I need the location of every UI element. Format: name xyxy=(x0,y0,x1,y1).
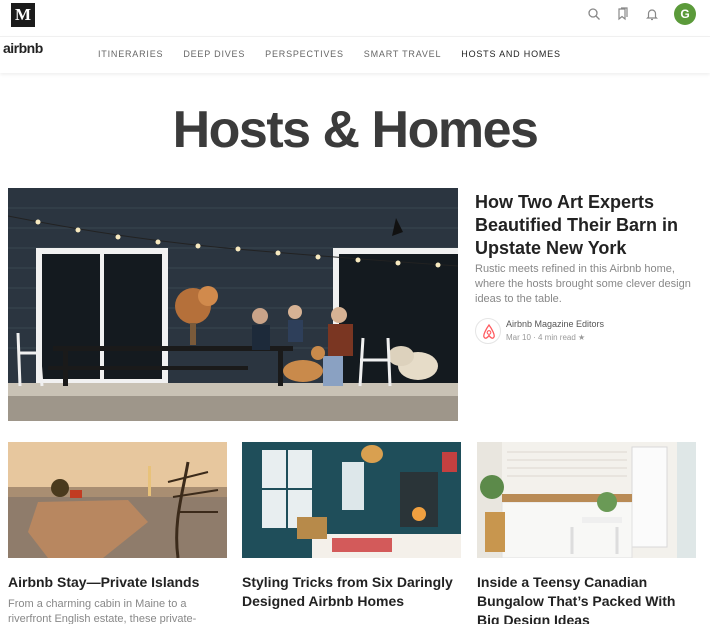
card-description-private-islands[interactable]: From a charming cabin in Maine to a rive… xyxy=(8,597,218,624)
publication-nav: airbnb ITINERARIES DEEP DIVES PERSPECTIV… xyxy=(0,36,710,73)
top-bar-actions: G xyxy=(587,3,696,25)
nav-links: ITINERARIES DEEP DIVES PERSPECTIVES SMAR… xyxy=(98,49,581,59)
hero-article-description[interactable]: Rustic meets refined in this Airbnb home… xyxy=(475,262,700,307)
card-image-canadian-bungalow[interactable] xyxy=(477,442,696,558)
medium-logo[interactable]: M xyxy=(11,3,35,27)
top-bar: M G xyxy=(0,0,710,36)
page-title: Hosts & Homes xyxy=(172,101,539,159)
search-icon[interactable] xyxy=(587,7,601,21)
author-info: Airbnb Magazine Editors Mar 10 · 4 min r… xyxy=(475,318,700,348)
airbnb-belo-icon xyxy=(483,323,495,339)
nav-link-smart-travel[interactable]: SMART TRAVEL xyxy=(364,49,441,59)
card-image-styling-tricks[interactable] xyxy=(242,442,461,558)
author-name[interactable]: Airbnb Magazine Editors xyxy=(506,319,604,329)
nav-link-deep-dives[interactable]: DEEP DIVES xyxy=(183,49,245,59)
nav-link-itineraries[interactable]: ITINERARIES xyxy=(98,49,163,59)
card-image-private-islands[interactable] xyxy=(8,442,227,558)
airbnb-author-avatar[interactable] xyxy=(475,318,501,344)
hero-image[interactable] xyxy=(8,188,458,421)
card-title-styling-tricks[interactable]: Styling Tricks from Six Daringly Designe… xyxy=(242,573,460,611)
notifications-icon[interactable] xyxy=(645,7,659,21)
card-title-private-islands[interactable]: Airbnb Stay—Private Islands xyxy=(8,573,226,592)
article-meta: Mar 10 · 4 min read ★ xyxy=(506,333,586,342)
airbnb-logo[interactable]: airbnb xyxy=(3,40,43,56)
nav-link-perspectives[interactable]: PERSPECTIVES xyxy=(265,49,344,59)
user-avatar[interactable]: G xyxy=(674,3,696,25)
hero-article-title[interactable]: How Two Art Experts Beautified Their Bar… xyxy=(475,191,700,260)
card-title-canadian-bungalow[interactable]: Inside a Teensy Canadian Bungalow That’s… xyxy=(477,573,695,624)
nav-link-hosts-and-homes[interactable]: HOSTS AND HOMES xyxy=(461,49,561,59)
bookmarks-icon[interactable] xyxy=(616,7,630,21)
